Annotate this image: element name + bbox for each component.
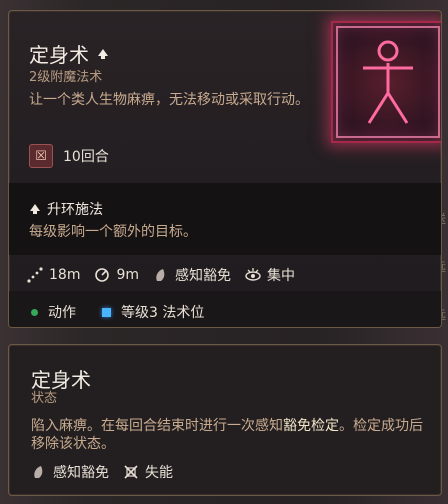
- save-icon: [34, 466, 43, 478]
- area-value: 9m: [116, 267, 139, 283]
- concentration-stat: 集中: [245, 265, 295, 285]
- saving-throw-link[interactable]: 豁免检定: [283, 418, 339, 434]
- concentration-icon: [245, 268, 261, 281]
- condition-description: 陷入麻痹。在每回合结束时进行一次感知豁免检定。检定成功后移除该状态。: [31, 417, 429, 453]
- cost-footer: 动作 等级3 法术位: [9, 291, 441, 327]
- save-tag: 感知豁免: [31, 462, 109, 482]
- duration-text: 10回合: [63, 149, 109, 165]
- incapacitated-tag: 失能: [123, 462, 173, 482]
- spell-name: 定身术: [29, 43, 89, 67]
- range-icon: [27, 267, 43, 283]
- spell-subtitle: 2级附魔法术: [29, 70, 103, 85]
- upcast-title-row: 升环施法: [29, 199, 103, 219]
- duration-icon: ☒: [29, 144, 53, 168]
- concentration-value: 集中: [267, 268, 295, 284]
- save-stat: 感知豁免: [153, 265, 231, 285]
- incapacitated-label: 失能: [145, 465, 173, 481]
- action-dot-icon: [31, 308, 38, 316]
- incapacitated-icon: [124, 465, 138, 479]
- upcast-title: 升环施法: [47, 202, 103, 218]
- upcast-description: 每级影响一个额外的目标。: [29, 224, 197, 240]
- spell-slot-cost: 等级3 法术位: [121, 305, 205, 321]
- area-stat: 9m: [94, 267, 139, 283]
- cost-row: 动作 等级3 法术位: [31, 302, 204, 322]
- save-value: 感知豁免: [175, 268, 231, 284]
- duration-row: ☒ 10回合: [29, 144, 109, 168]
- range-value: 18m: [49, 267, 81, 283]
- condition-tags: 感知豁免 失能: [31, 462, 173, 482]
- spell-stats: 18m 9m 感知豁免 集中: [27, 265, 295, 285]
- condition-tooltip: 定身术 状态 陷入麻痹。在每回合结束时进行一次感知豁免检定。检定成功后移除该状态…: [8, 344, 442, 496]
- spell-title-row: 定身术: [29, 39, 109, 68]
- upcast-icon: [30, 204, 40, 214]
- spell-description: 让一个类人生物麻痹，无法移动或采取行动。: [29, 92, 309, 108]
- condition-subtitle: 状态: [31, 391, 58, 406]
- upcast-icon: [98, 48, 108, 59]
- spell-tooltip: 定身术 2级附魔法术 让一个类人生物麻痹，无法移动或采取行动。 ☒ 10回合 升…: [8, 10, 442, 328]
- hold-person-icon: [336, 26, 440, 138]
- area-icon: [95, 268, 110, 282]
- save-icon: [156, 269, 165, 281]
- action-cost: 动作: [48, 305, 76, 321]
- hold-person-art: [331, 21, 441, 143]
- save-tag-label: 感知豁免: [53, 465, 109, 481]
- range-stat: 18m: [27, 267, 80, 283]
- spell-slot-icon: [102, 307, 111, 317]
- upcast-section: 升环施法 每级影响一个额外的目标。: [9, 183, 441, 255]
- condition-desc-start: 陷入麻痹。在每回合结束时进行一次感知: [31, 418, 283, 434]
